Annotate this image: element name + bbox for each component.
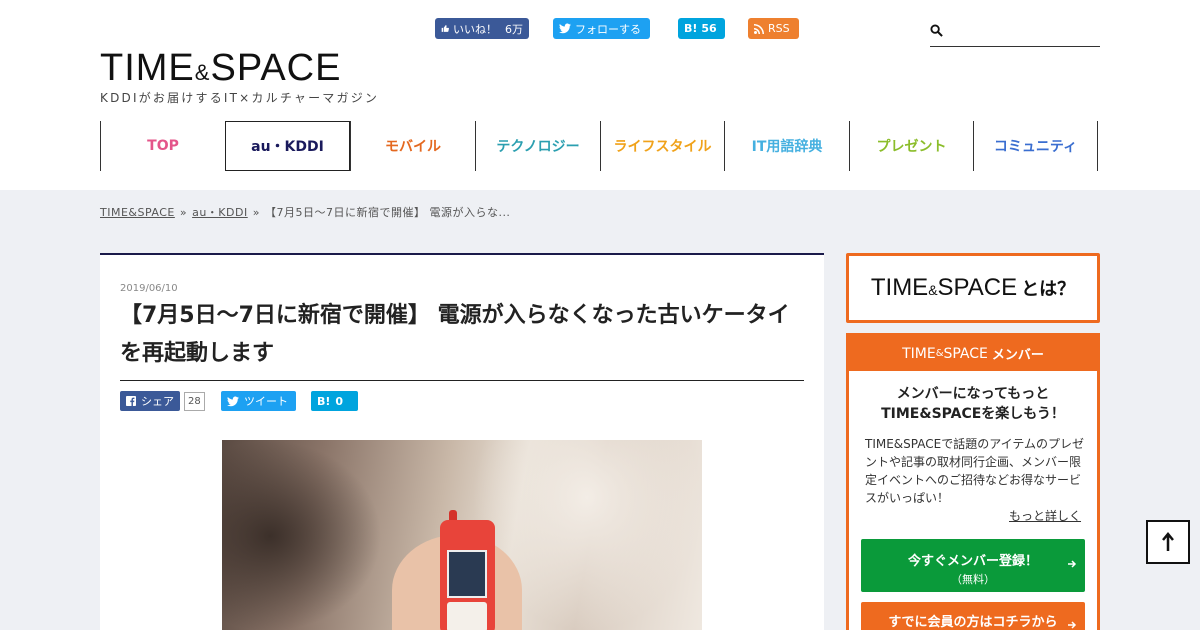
nav-item-label: IT用語辞典 [751,139,823,155]
twitter-tweet-label: ツイート [244,395,288,408]
register-button[interactable]: 今すぐメンバー登録！ （無料） [861,539,1085,592]
nav-item-top[interactable]: TOP [100,121,225,171]
search-icon[interactable] [930,24,943,37]
nav-item-lifestyle[interactable]: ライフスタイル [600,121,724,171]
about-suffix: とは？ [1021,279,1076,299]
member-panel-header: TIME & SPACE メンバー [849,336,1097,371]
member-description: TIME&SPACEで話題のアイテムのプレゼントや記事の取材同行企画、メンバー限… [865,437,1085,505]
twitter-follow-button[interactable]: フォローする [553,18,650,39]
nav-item-it-dictionary[interactable]: IT用語辞典 [724,121,849,171]
about-time: TIME [870,274,929,301]
nav-item-mobile[interactable]: モバイル [350,121,475,171]
arrow-right-icon [1068,621,1077,629]
member-lead-line1: メンバーになってもっと [896,386,1050,402]
phone-keypad [447,602,487,630]
facebook-share-button[interactable]: シェア [120,391,180,411]
member-panel: TIME & SPACE メンバー メンバーになってもっと TIME&SPACEを楽し… [846,333,1100,630]
about-amp: & [928,282,938,298]
member-lead: メンバーになってもっと TIME&SPACEを楽しもう！ [857,384,1089,424]
thumbs-up-icon [441,25,449,32]
about-banner-text: TIME&SPACE とは？ [871,274,1075,302]
logo-text-space: SPACE [210,47,342,89]
article: 2019/06/10 【7月5日〜7日に新宿で開催】 電源が入らなくなった古いケ… [100,253,824,630]
title-divider [120,380,804,381]
breadcrumb-separator: » [179,206,188,219]
nav-item-au-kddi[interactable]: au・KDDI [225,121,350,171]
breadcrumb-home-link[interactable]: TIME&SPACE [100,206,175,219]
rss-button[interactable]: RSS [748,18,799,39]
about-banner[interactable]: TIME&SPACE とは？ [846,253,1100,323]
member-more-link[interactable]: もっと詳しく [1009,507,1081,524]
main-nav: TOP au・KDDI モバイル テクノロジー ライフスタイル IT用語辞典 プ… [100,121,1098,171]
nav-item-technology[interactable]: テクノロジー [475,121,600,171]
member-lead-line2: TIME&SPACEを楽しもう！ [881,406,1065,422]
nav-item-label: ライフスタイル [613,139,712,155]
twitter-tweet-button[interactable]: ツイート [221,391,296,411]
site-tagline: KDDIがお届けするIT×カルチャーマガジン [100,91,380,105]
hatena-share-button[interactable]: B! 0 [311,391,358,411]
hatena-bookmark-button[interactable]: B! 56 [678,18,725,39]
member-head-suffix: メンバー [991,348,1044,363]
rss-icon [754,23,764,34]
hatena-icon: B! [684,22,698,35]
breadcrumb: TIME&SPACE » au・KDDI » 【7月5日〜7日に新宿で開催】 電源が入ら… [100,204,510,220]
register-sub-label: （無料） [951,573,995,586]
member-head-amp: & [935,348,944,359]
nav-item-label: プレゼント [876,139,947,155]
nav-item-label: テクノロジー [496,139,580,155]
facebook-like-count: 6万 [505,22,523,36]
twitter-follow-label: フォローする [575,22,641,36]
search-box [930,18,1100,47]
about-space: SPACE [937,274,1018,301]
twitter-bird-icon [559,23,571,34]
breadcrumb-current: 【7月5日〜7日に新宿で開催】 電源が入らな... [264,206,511,219]
site-logo[interactable]: TIME&SPACE [100,48,341,93]
nav-item-community[interactable]: コミュニティ [973,121,1098,171]
article-title: 【7月5日〜7日に新宿で開催】 電源が入らなくなった古いケータイを再起動します [120,303,790,366]
breadcrumb-category-link[interactable]: au・KDDI [192,206,248,219]
nav-item-present[interactable]: プレゼント [849,121,973,171]
facebook-share-count: 28 [184,392,205,411]
arrow-up-icon [1162,532,1174,551]
nav-item-label: au・KDDI [251,139,324,155]
member-head-time: TIME [902,345,936,362]
rss-label: RSS [768,22,790,35]
hatena-icon: B! [317,394,331,408]
arrow-right-icon [1068,560,1077,568]
login-button[interactable]: すでに会員の方はコチラから [861,602,1085,630]
hatena-count: 56 [701,22,717,35]
back-to-top-button[interactable] [1146,520,1190,564]
phone-screen [447,550,487,598]
facebook-share-label: シェア [141,395,174,408]
facebook-like-label: いいね！ [453,22,497,36]
register-label: 今すぐメンバー登録！ [907,554,1038,569]
facebook-like-button[interactable]: いいね！ 6万 [435,18,529,39]
breadcrumb-separator: » [252,206,260,219]
article-date: 2019/06/10 [120,283,178,294]
facebook-icon [126,396,136,406]
nav-item-label: コミュニティ [993,139,1078,155]
twitter-bird-icon [227,396,239,406]
login-label: すでに会員の方はコチラから [888,615,1058,630]
search-input[interactable] [950,20,1098,44]
site-header: いいね！ 6万 フォローする B! 56 RSS TIME&SPACE KDDI… [0,0,1200,190]
member-head-space: SPACE [943,345,988,362]
logo-text-time: TIME [100,47,195,89]
article-hero-image [222,440,702,630]
logo-ampersand: & [194,60,211,85]
nav-item-label: TOP [147,138,179,154]
nav-item-label: モバイル [385,139,441,155]
hatena-share-count: 0 [335,394,344,408]
